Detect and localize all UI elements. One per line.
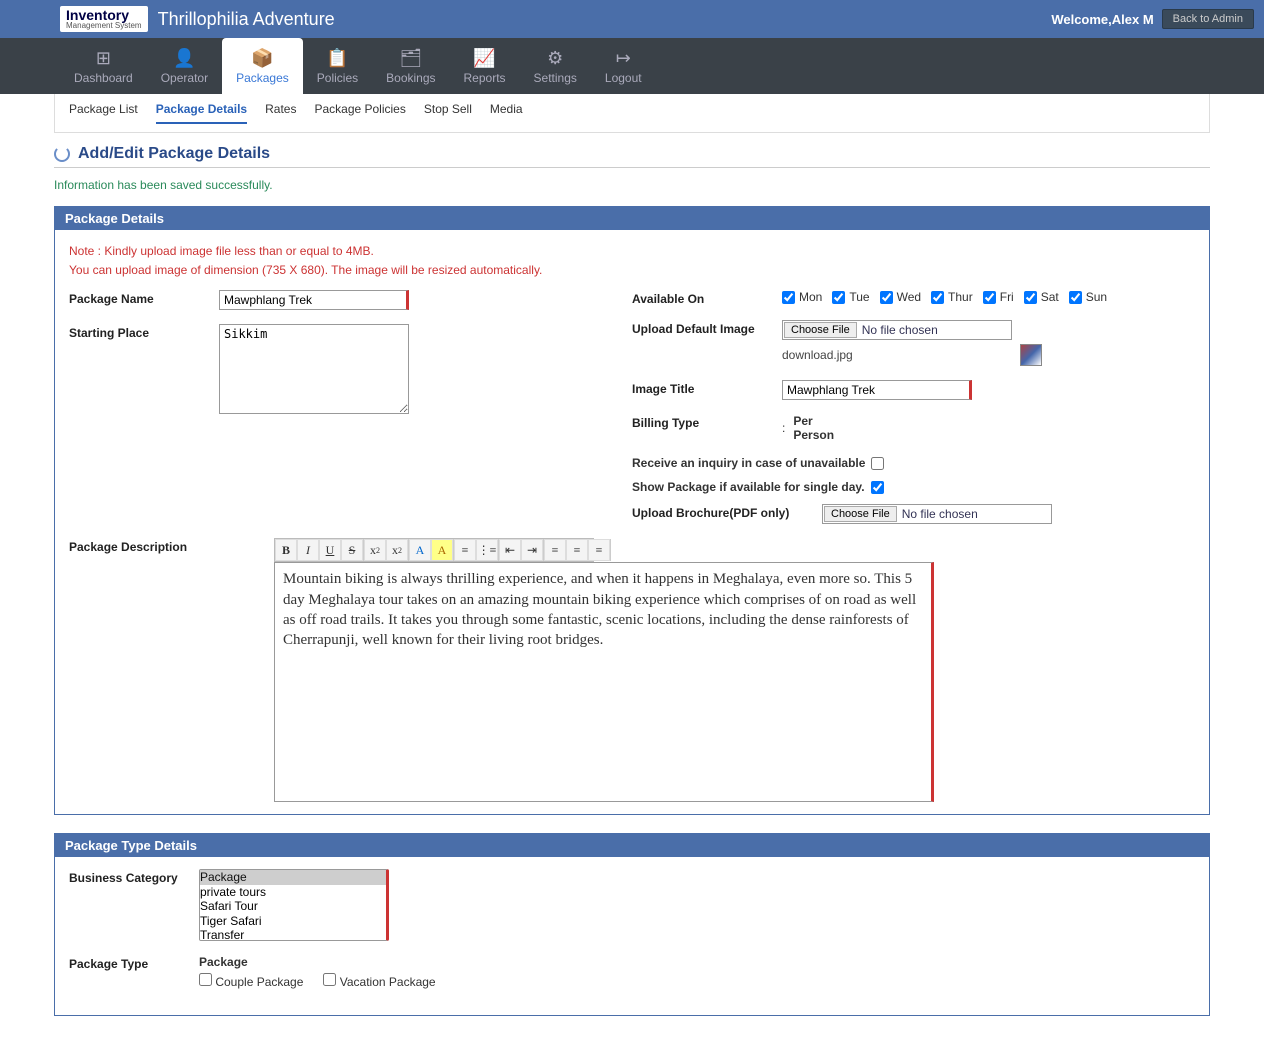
- subnav-package-policies[interactable]: Package Policies: [314, 102, 405, 124]
- available-on-label: Available On: [632, 290, 782, 306]
- couple-package-checkbox[interactable]: [199, 973, 212, 986]
- nav-packages[interactable]: 📦Packages: [222, 38, 303, 94]
- back-to-admin-button[interactable]: Back to Admin: [1162, 9, 1254, 29]
- image-title-input[interactable]: [782, 380, 972, 400]
- align-center-icon[interactable]: ≡: [566, 539, 588, 561]
- text-color-icon[interactable]: A: [409, 539, 431, 561]
- day-sat-checkbox[interactable]: [1024, 291, 1037, 304]
- settings-icon: ⚙: [547, 49, 563, 67]
- subnav-stop-sell[interactable]: Stop Sell: [424, 102, 472, 124]
- upload-brochure-label: Upload Brochure(PDF only): [632, 504, 822, 520]
- logo: Inventory Management System: [60, 6, 148, 32]
- day-mon-checkbox[interactable]: [782, 291, 795, 304]
- upload-note: Note : Kindly upload image file less tha…: [69, 242, 1195, 280]
- package-type-details-panel: Package Type Details Business Category P…: [54, 833, 1210, 1016]
- subnav-package-list[interactable]: Package List: [69, 102, 138, 124]
- welcome-text: Welcome,Alex M: [1051, 12, 1153, 27]
- package-name-label: Package Name: [69, 290, 219, 306]
- show-single-day-label: Show Package if available for single day…: [632, 480, 865, 494]
- day-wed-checkbox[interactable]: [880, 291, 893, 304]
- billing-type-label: Billing Type: [632, 414, 782, 430]
- day-thur-checkbox[interactable]: [931, 291, 944, 304]
- package-type-label: Package Type: [69, 955, 199, 971]
- subnav-rates[interactable]: Rates: [265, 102, 296, 124]
- bookings-icon: 🗂: [399, 49, 422, 67]
- business-category-select[interactable]: Package private tours Safari Tour Tiger …: [199, 869, 389, 941]
- day-tue-checkbox[interactable]: [832, 291, 845, 304]
- package-name-input[interactable]: [219, 290, 409, 310]
- starting-place-label: Starting Place: [69, 324, 219, 340]
- top-bar: Inventory Management System Thrillophili…: [0, 0, 1264, 38]
- image-title-label: Image Title: [632, 380, 782, 396]
- day-fri-checkbox[interactable]: [983, 291, 996, 304]
- show-single-day-checkbox[interactable]: [871, 481, 884, 494]
- file-status: No file chosen: [858, 323, 938, 337]
- package-type-head: Package: [199, 955, 1195, 969]
- default-image-file-input[interactable]: Choose File No file chosen: [782, 320, 1012, 340]
- billing-type-value: Per Person: [793, 414, 843, 442]
- uploaded-filename: download.jpg: [782, 348, 853, 362]
- app-title: Thrillophilia Adventure: [158, 9, 1052, 30]
- package-description-label: Package Description: [69, 538, 274, 554]
- align-right-icon[interactable]: ≡: [588, 539, 610, 561]
- panel2-header: Package Type Details: [55, 834, 1209, 857]
- strike-icon[interactable]: S: [341, 539, 363, 561]
- nav-reports[interactable]: 📈Reports: [450, 38, 520, 94]
- panel-header: Package Details: [55, 207, 1209, 230]
- brochure-file-status: No file chosen: [898, 507, 978, 521]
- package-description-editor[interactable]: Mountain biking is always thrilling expe…: [274, 562, 934, 802]
- superscript-icon[interactable]: x2: [386, 539, 408, 561]
- uploaded-thumbnail[interactable]: [1020, 344, 1042, 366]
- refresh-icon: [54, 146, 70, 162]
- nav-operator[interactable]: 👤Operator: [147, 38, 222, 94]
- bold-icon[interactable]: B: [275, 539, 297, 561]
- success-message: Information has been saved successfully.: [54, 178, 1210, 192]
- ordered-list-icon[interactable]: ≡: [454, 539, 476, 561]
- underline-icon[interactable]: U: [319, 539, 341, 561]
- nav-dashboard[interactable]: ⊞Dashboard: [60, 38, 147, 94]
- business-category-label: Business Category: [69, 869, 199, 885]
- highlight-icon[interactable]: A: [431, 539, 453, 561]
- logout-icon: ↦: [616, 49, 631, 67]
- available-on-checks: Mon Tue Wed Thur Fri Sat Sun: [782, 290, 1195, 304]
- unordered-list-icon[interactable]: ⋮≡: [476, 539, 498, 561]
- reports-icon: 📈: [473, 49, 495, 67]
- nav-settings[interactable]: ⚙Settings: [520, 38, 591, 94]
- subscript-icon[interactable]: x2: [364, 539, 386, 561]
- choose-brochure-button[interactable]: Choose File: [824, 506, 897, 522]
- italic-icon[interactable]: I: [297, 539, 319, 561]
- receive-inquiry-checkbox[interactable]: [871, 457, 884, 470]
- brochure-file-input[interactable]: Choose File No file chosen: [822, 504, 1052, 524]
- indent-icon[interactable]: ⇥: [521, 539, 543, 561]
- day-sun-checkbox[interactable]: [1069, 291, 1082, 304]
- receive-inquiry-label: Receive an inquiry in case of unavailabl…: [632, 456, 865, 470]
- page-title: Add/Edit Package Details: [78, 145, 270, 163]
- main-nav: ⊞Dashboard 👤Operator 📦Packages 📋Policies…: [0, 38, 1264, 94]
- outdent-icon[interactable]: ⇤: [499, 539, 521, 561]
- starting-place-input[interactable]: [219, 324, 409, 414]
- nav-logout[interactable]: ↦Logout: [591, 38, 656, 94]
- page-title-row: Add/Edit Package Details: [54, 145, 1210, 168]
- package-details-panel: Package Details Note : Kindly upload ima…: [54, 206, 1210, 815]
- packages-icon: 📦: [251, 49, 273, 67]
- subnav-media[interactable]: Media: [490, 102, 523, 124]
- subnav-package-details[interactable]: Package Details: [156, 102, 247, 124]
- vacation-package-checkbox[interactable]: [323, 973, 336, 986]
- choose-file-button[interactable]: Choose File: [784, 322, 857, 338]
- sub-nav: Package List Package Details Rates Packa…: [54, 94, 1210, 133]
- operator-icon: 👤: [173, 49, 195, 67]
- nav-bookings[interactable]: 🗂Bookings: [372, 38, 449, 94]
- nav-policies[interactable]: 📋Policies: [303, 38, 372, 94]
- dashboard-icon: ⊞: [96, 49, 111, 67]
- editor-toolbar: B I U S x2 x2 A A ≡ ⋮≡: [274, 538, 594, 562]
- upload-default-image-label: Upload Default Image: [632, 320, 782, 336]
- policies-icon: 📋: [326, 49, 348, 67]
- align-left-icon[interactable]: ≡: [544, 539, 566, 561]
- logo-sub: Management System: [66, 22, 142, 30]
